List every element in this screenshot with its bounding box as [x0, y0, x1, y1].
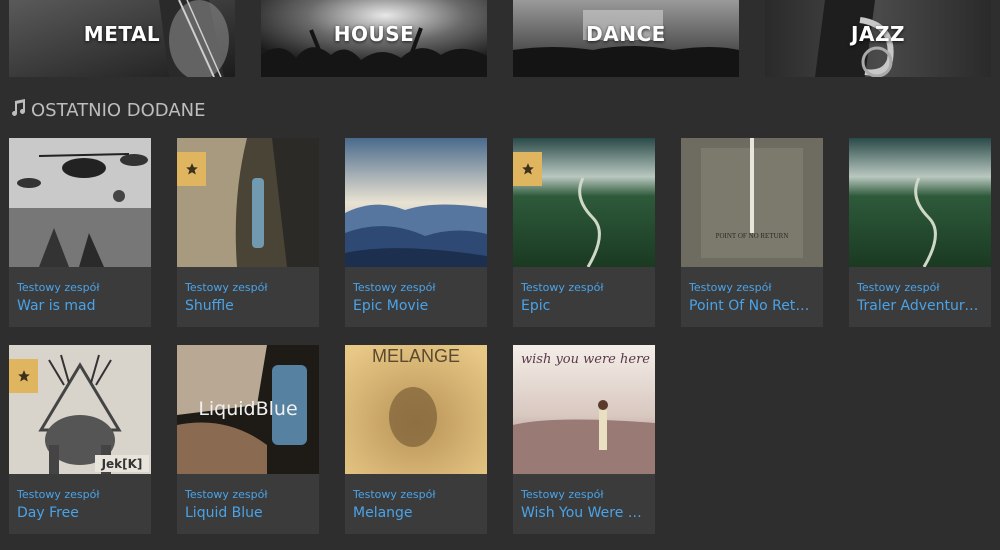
album-card[interactable]: Testowy zespół Epic [513, 138, 655, 327]
album-title[interactable]: Shuffle [185, 298, 313, 314]
genre-dance[interactable]: DANCE [513, 0, 739, 77]
album-title[interactable]: Wish You Were H… [521, 505, 649, 521]
cover-text: POINT OF NO RETURN [716, 232, 789, 240]
album-card[interactable]: Jek[K] Testowy zespół Day Free [9, 345, 151, 534]
album-cover [849, 138, 991, 267]
album-band[interactable]: Testowy zespół [353, 281, 436, 294]
star-icon [17, 370, 30, 382]
album-band[interactable]: Testowy zespół [185, 488, 268, 501]
album-band[interactable]: Testowy zespół [17, 281, 100, 294]
album-title[interactable]: Day Free [17, 505, 145, 521]
cover-text: wish you were here [521, 352, 650, 367]
album-title[interactable]: Epic Movie [353, 298, 481, 314]
genre-label: JAZZ [851, 22, 905, 46]
star-badge [177, 152, 206, 186]
album-band[interactable]: Testowy zespół [185, 281, 268, 294]
album-title[interactable]: Point Of No Return [689, 298, 817, 314]
album-title[interactable]: Melange [353, 505, 481, 521]
album-band[interactable]: Testowy zespół [689, 281, 772, 294]
album-cover: LiquidBlue [177, 345, 319, 474]
album-title[interactable]: War is mad [17, 298, 145, 314]
cover-text: MELANGE [372, 346, 460, 366]
album-card[interactable]: wish you were here Testowy zespół Wish Y… [513, 345, 655, 534]
album-band[interactable]: Testowy zespół [353, 488, 436, 501]
genre-label: HOUSE [333, 22, 415, 46]
album-cover: wish you were here [513, 345, 655, 474]
genre-metal[interactable]: METAL [9, 0, 235, 77]
album-card[interactable]: Testowy zespół Epic Movie [345, 138, 487, 327]
star-badge [513, 152, 542, 186]
album-band[interactable]: Testowy zespół [17, 488, 100, 501]
album-cover [9, 138, 151, 267]
genre-label: DANCE [586, 22, 666, 46]
genre-house[interactable]: HOUSE [261, 0, 487, 77]
album-cover: MELANGE [345, 345, 487, 474]
genre-jazz[interactable]: JAZZ [765, 0, 991, 77]
genre-banner-row: METAL HOUSE DANCE JAZZ [0, 0, 1000, 78]
album-title[interactable]: Liquid Blue [185, 505, 313, 521]
star-badge [9, 359, 38, 393]
star-icon [185, 163, 198, 175]
star-icon [521, 163, 534, 175]
album-card[interactable]: Testowy zespół War is mad [9, 138, 151, 327]
album-cover [345, 138, 487, 267]
album-band[interactable]: Testowy zespół [521, 488, 604, 501]
section-title: OSTATNIO DODANE [31, 99, 206, 121]
music-note-icon [9, 98, 27, 122]
cover-text: LiquidBlue [198, 398, 297, 420]
album-cover: POINT OF NO RETURN [681, 138, 823, 267]
genre-label: METAL [83, 22, 161, 46]
album-title[interactable]: Epic [521, 298, 649, 314]
album-card[interactable]: Testowy zespół Traler Adventure… [849, 138, 991, 327]
album-band[interactable]: Testowy zespół [857, 281, 940, 294]
section-header: OSTATNIO DODANE [9, 98, 206, 122]
album-card[interactable]: MELANGE Testowy zespół Melange [345, 345, 487, 534]
album-card[interactable]: LiquidBlue Testowy zespół Liquid Blue [177, 345, 319, 534]
album-band[interactable]: Testowy zespół [521, 281, 604, 294]
album-card[interactable]: POINT OF NO RETURN Testowy zespół Point … [681, 138, 823, 327]
album-title[interactable]: Traler Adventure… [857, 298, 985, 314]
album-card[interactable]: Testowy zespół Shuffle [177, 138, 319, 327]
cover-text: Jek[K] [101, 457, 143, 471]
